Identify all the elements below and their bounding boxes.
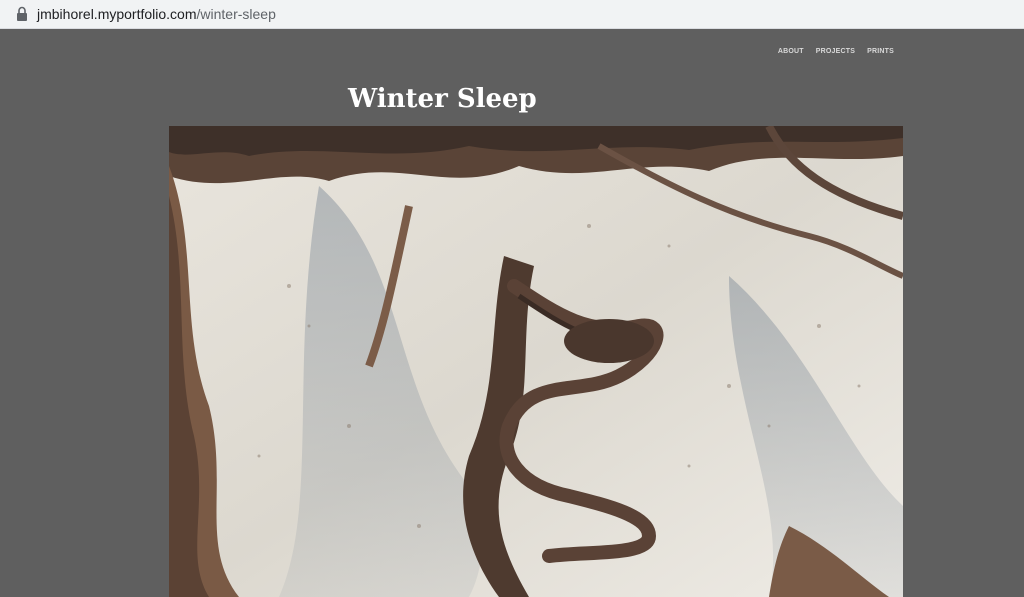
url-domain: jmbihorel.myportfolio.com — [37, 6, 197, 22]
lock-icon[interactable] — [16, 6, 28, 22]
hero-image — [169, 126, 903, 597]
nav-link-projects[interactable]: PROJECTS — [816, 48, 855, 55]
nav-link-prints[interactable]: PRINTS — [867, 48, 894, 55]
mountain-photo — [169, 126, 903, 597]
top-nav: ABOUT PROJECTS PRINTS — [778, 48, 894, 55]
url-text[interactable]: jmbihorel.myportfolio.com/winter-sleep — [37, 5, 276, 23]
url-path: /winter-sleep — [196, 6, 276, 22]
portfolio-page: ABOUT PROJECTS PRINTS Winter Sleep — [0, 29, 1024, 597]
browser-address-bar[interactable]: jmbihorel.myportfolio.com/winter-sleep — [0, 0, 1024, 29]
nav-link-about[interactable]: ABOUT — [778, 48, 804, 55]
page-title: Winter Sleep — [348, 84, 537, 114]
